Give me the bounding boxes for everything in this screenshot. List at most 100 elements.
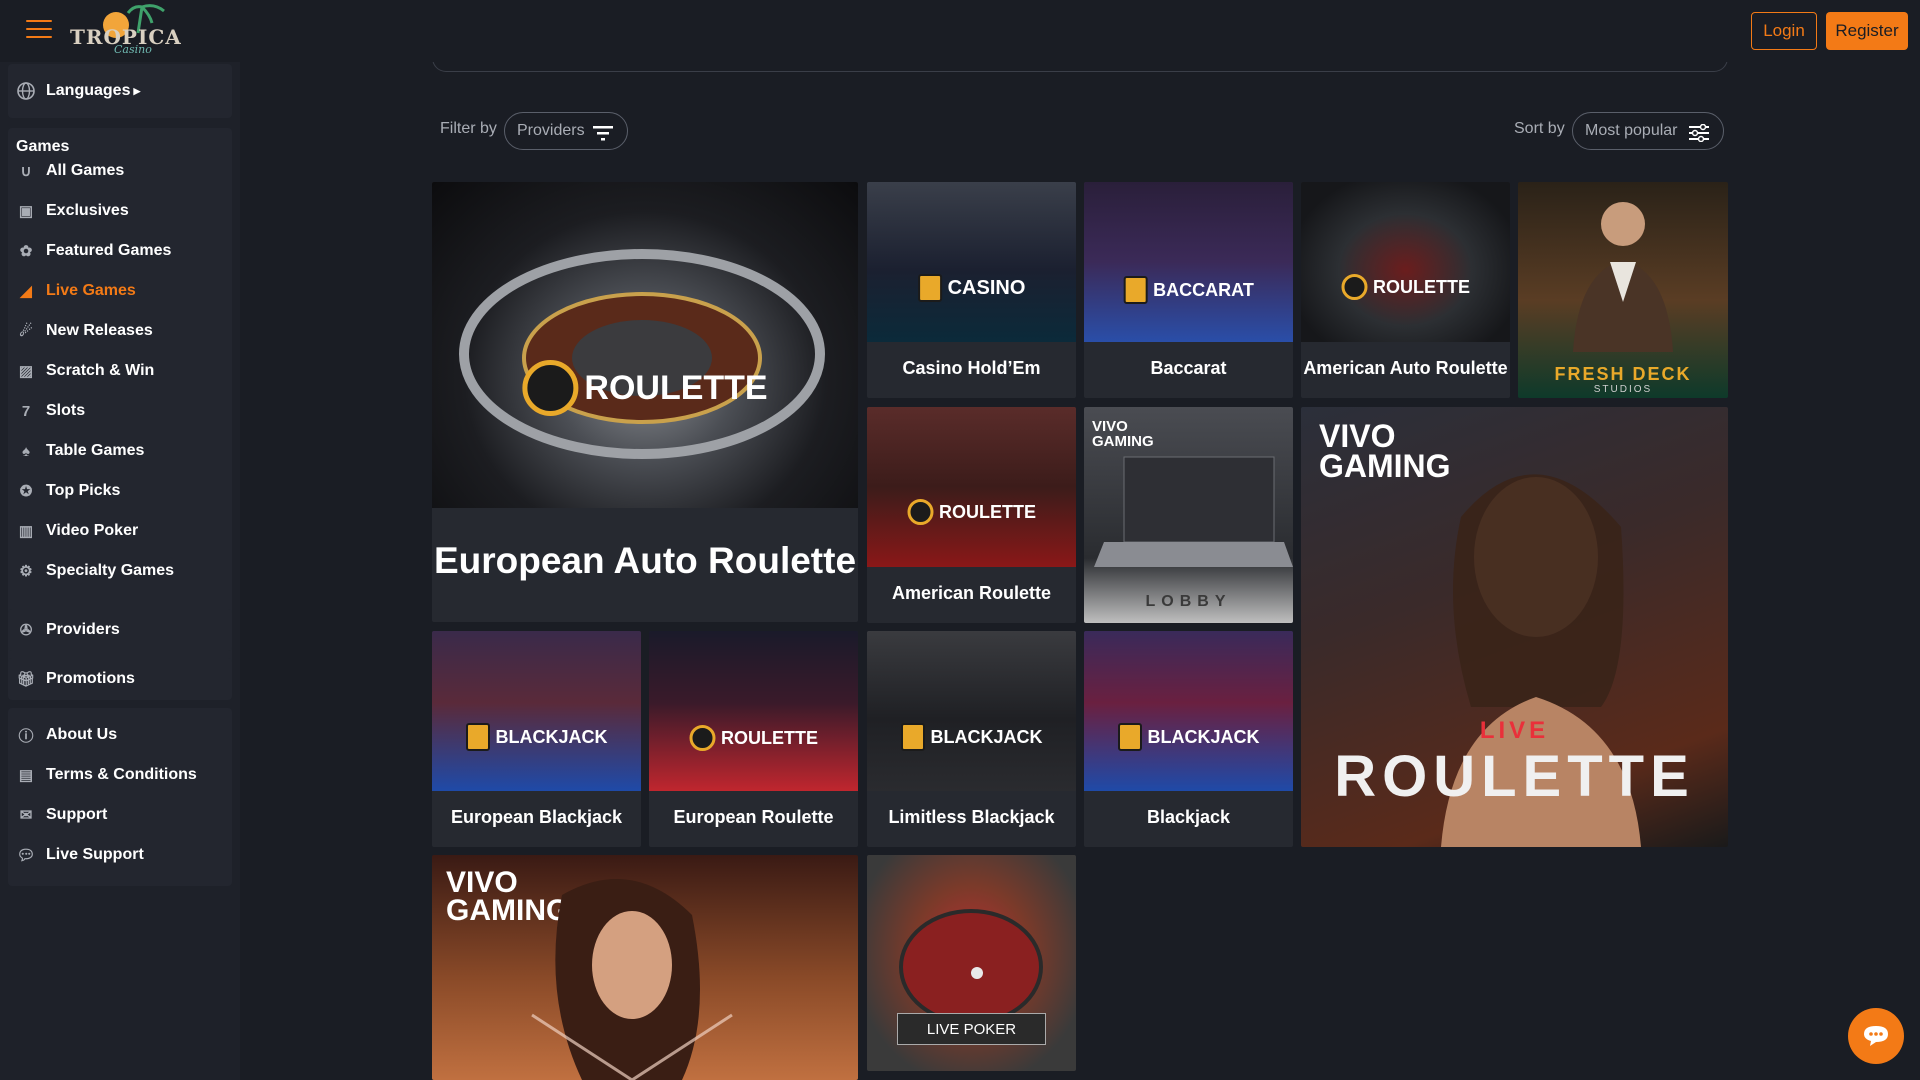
languages-menu[interactable]: Languages ▶ (16, 76, 140, 106)
sidebar-item-terms-conditions[interactable]: ▤ Terms & Conditions (16, 760, 197, 790)
sidebar-item-live-games[interactable]: ◢ Live Games (16, 276, 136, 306)
languages-label: Languages (46, 82, 131, 99)
sidebar-item-label: Featured Games (46, 242, 172, 259)
game-tile-vivo-lobby[interactable]: VIVO GAMING LOBBY (1084, 407, 1293, 623)
sidebar-item-about-us[interactable]: ⓘ About Us (16, 720, 117, 750)
mail-icon: ✉ (19, 807, 33, 824)
providers-filter-button[interactable]: Providers (504, 112, 628, 150)
providers-filter-label: Providers (517, 122, 585, 139)
game-tile-european-roulette[interactable]: ROULETTE European Roulette (649, 631, 858, 847)
game-tile-limitless-blackjack[interactable]: BLACKJACK Limitless Blackjack (867, 631, 1076, 847)
game-tile-vivo-gaming-promo[interactable]: VIVO GAMING (432, 855, 858, 1080)
sidebar-item-slots[interactable]: 7 Slots (16, 396, 85, 426)
sidebar-item-all-games[interactable]: ∪ All Games (16, 156, 125, 186)
game-tile-european-blackjack[interactable]: BLACKJACK European Blackjack (432, 631, 641, 847)
award-icon: ✪ (19, 483, 33, 500)
cards-icon (1123, 276, 1148, 304)
sidebar: Languages ▶ Games ∪ All Games ▣ Exclusives… (0, 62, 240, 1080)
game-title: American Auto Roulette (1303, 358, 1508, 378)
exclusive-icon: ▣ (18, 203, 34, 220)
sidebar-item-providers[interactable]: ✇ Providers (16, 615, 120, 645)
gift-icon: 🎁︎ (16, 671, 36, 688)
video-poker-icon: ▥ (18, 523, 34, 540)
sidebar-item-label: Top Picks (46, 482, 121, 499)
sidebar-item-promotions[interactable]: 🎁︎ Promotions (16, 664, 135, 694)
promotions-group: 🎁︎ Promotions (8, 658, 232, 700)
gear-icon: ⚙ (19, 563, 33, 580)
blackjack-badge: BLACKJACK (465, 723, 608, 751)
game-tile-american-roulette[interactable]: ROULETTE American Roulette (867, 407, 1076, 623)
sidebar-item-label: All Games (46, 162, 125, 179)
providers-icon: ✇ (19, 622, 33, 639)
sidebar-item-label: Promotions (46, 670, 135, 687)
game-tile-baccarat[interactable]: BACCARAT Baccarat (1084, 182, 1293, 398)
sidebar-item-support[interactable]: ✉ Support (16, 800, 108, 830)
sidebar-item-table-games[interactable]: ♠ Table Games (16, 436, 144, 466)
game-tile-vivo-live-roulette[interactable]: VIVO GAMING LIVE ROULETTE (1301, 407, 1728, 847)
baccarat-badge: BACCARAT (1123, 276, 1254, 304)
sidebar-item-label: Support (46, 806, 108, 823)
sidebar-item-label: Video Poker (46, 522, 139, 539)
game-title: American Roulette (891, 583, 1052, 603)
caret-right-icon: ▶ (133, 85, 141, 96)
register-button[interactable]: Register (1826, 12, 1908, 50)
top-bar: TROPICA Casino Login Register (0, 0, 1920, 62)
game-tile-casino-holdem[interactable]: CASINO Casino Hold’Em (867, 182, 1076, 398)
slots-icon: 7 (21, 402, 31, 420)
game-tile-fresh-deck-studios[interactable]: FRESH DECK STUDIOS (1518, 182, 1728, 398)
login-button[interactable]: Login (1751, 12, 1817, 50)
roulette-chip-icon (1341, 274, 1367, 300)
sidebar-item-featured-games[interactable]: ✿ Featured Games (16, 236, 172, 266)
777-icon (917, 274, 942, 302)
cards-icon (465, 723, 490, 751)
fresh-deck-sub: STUDIOS (1593, 384, 1653, 395)
games-group: Games ∪ All Games ▣ Exclusives ✿ Featured G… (8, 128, 232, 666)
sidebar-item-new-releases[interactable]: ☄ New Releases (16, 316, 152, 346)
game-title: European Blackjack (450, 807, 623, 827)
dealer-image (867, 631, 1076, 791)
tropica-casino-logo[interactable]: TROPICA Casino (68, 3, 181, 56)
game-tile-european-auto-roulette[interactable]: ROULETTE European Auto Roulette (432, 182, 858, 622)
sort-dropdown[interactable]: Most popular (1572, 112, 1724, 150)
roulette-wheel-image (432, 182, 858, 508)
sidebar-item-label: Terms & Conditions (46, 766, 197, 783)
cards-icon (1117, 723, 1142, 751)
game-title: European Roulette (673, 807, 834, 827)
games-section-title: Games (16, 138, 70, 155)
roulette-badge: ROULETTE (689, 725, 818, 751)
badge-label: BLACKJACK (1147, 726, 1260, 747)
logo-subtext: Casino (114, 43, 152, 56)
badge-label: ROULETTE (584, 368, 768, 407)
roulette-chip-icon (522, 360, 579, 416)
sidebar-item-label: Exclusives (46, 202, 129, 219)
sidebar-item-exclusives[interactable]: ▣ Exclusives (16, 196, 129, 226)
sidebar-item-label: Slots (46, 402, 86, 419)
hostess-image (531, 879, 733, 1080)
roulette-chip-icon (907, 499, 933, 525)
sort-label: Sort by (1514, 120, 1565, 137)
dealer-image (432, 631, 641, 791)
sidebar-item-label: Specialty Games (46, 562, 175, 579)
dealer-image (1573, 202, 1673, 352)
sidebar-item-label: Table Games (46, 442, 145, 459)
sidebar-item-video-poker[interactable]: ▥ Video Poker (16, 516, 138, 546)
sidebar-item-label: Live Support (46, 846, 144, 863)
badge-label: ROULETTE (939, 501, 1036, 522)
sidebar-item-scratch-win[interactable]: ▨ Scratch & Win (16, 356, 154, 386)
hamburger-menu-icon[interactable] (26, 20, 52, 40)
blackjack-badge: BLACKJACK (1117, 723, 1260, 751)
roulette-label: ROULETTE (1334, 744, 1695, 809)
live-chat-button[interactable] (1848, 1008, 1904, 1064)
leaf-icon: ✿ (19, 243, 33, 260)
info-icon: ⓘ (18, 727, 34, 745)
cards-icon: ♠ (22, 442, 30, 460)
roulette-wheel-graphic (459, 249, 825, 459)
sidebar-item-live-support[interactable]: 💬︎ Live Support (16, 840, 144, 870)
sidebar-item-top-picks[interactable]: ✪ Top Picks (16, 476, 121, 506)
dealer-image (1084, 631, 1293, 791)
sidebar-item-specialty-games[interactable]: ⚙ Specialty Games (16, 556, 174, 586)
game-tile-american-auto-roulette[interactable]: ROULETTE American Auto Roulette (1301, 182, 1510, 398)
roulette-wheel-image (1301, 182, 1510, 342)
game-tile-blackjack[interactable]: BLACKJACK Blackjack (1084, 631, 1293, 847)
game-tile-live-poker[interactable]: LIVE POKER (867, 855, 1076, 1071)
